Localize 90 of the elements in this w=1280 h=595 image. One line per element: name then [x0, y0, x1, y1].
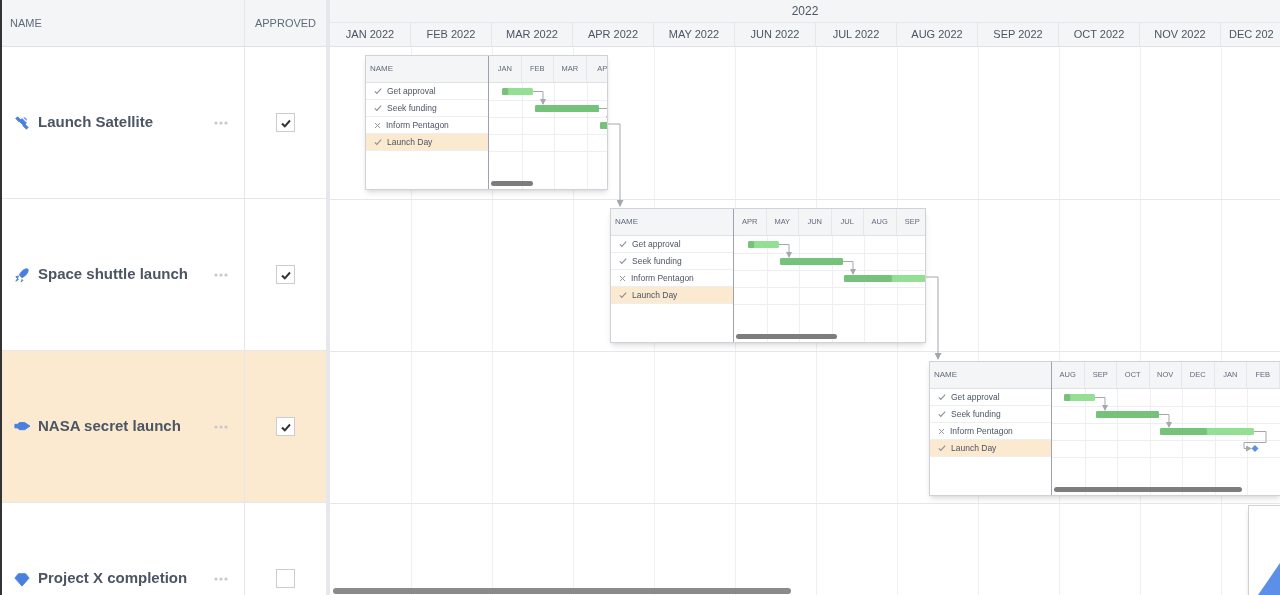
task-bar[interactable]	[780, 258, 843, 265]
column-header[interactable]: NAME	[10, 14, 42, 32]
check-icon	[374, 87, 382, 95]
task-name: NASA secret launch	[38, 416, 182, 437]
year-label: 2022	[791, 3, 819, 20]
task-bar[interactable]	[502, 88, 533, 95]
check-icon	[374, 138, 382, 146]
task-bar[interactable]	[535, 105, 599, 112]
task-name: Launch Satellite	[38, 112, 155, 133]
month-label: APR 2022	[587, 27, 639, 43]
task-label: Seek funding	[951, 407, 1001, 421]
task-row[interactable]: Seek funding	[366, 100, 488, 117]
scrollbar-thumb[interactable]	[491, 181, 533, 186]
scrollbar-thumb[interactable]	[736, 334, 837, 339]
month-label: MAR 2022	[506, 27, 558, 43]
checkbox[interactable]	[276, 417, 295, 436]
task-name: Project X completion	[38, 568, 189, 589]
scrollbar-thumb[interactable]	[333, 588, 791, 594]
task-row[interactable]: Inform Pentagon	[366, 117, 488, 134]
task-row[interactable]: Get approval	[611, 236, 733, 253]
task-label: Get approval	[632, 237, 681, 251]
satellite-icon	[14, 114, 30, 131]
check-icon	[619, 291, 627, 299]
connector-arrow	[842, 261, 856, 275]
task-bar[interactable]	[600, 122, 607, 129]
column-header[interactable]: APPROVED	[254, 14, 317, 32]
task-label: Inform Pentagon	[950, 424, 1013, 438]
task-label: Seek funding	[632, 254, 682, 268]
check-icon	[374, 104, 382, 112]
task-label: Launch Day	[387, 135, 433, 149]
more-icon[interactable]	[214, 576, 228, 581]
rocket-icon	[14, 266, 30, 283]
milestone-icon[interactable]	[1251, 445, 1259, 452]
diamond-icon	[14, 570, 30, 587]
column-header[interactable]: NAME	[370, 63, 394, 75]
check-icon	[619, 240, 627, 248]
task-bar[interactable]	[1160, 428, 1254, 435]
connector-arrow	[1158, 414, 1172, 428]
close-icon	[374, 121, 381, 129]
more-icon[interactable]	[214, 120, 228, 125]
connector-arrow	[1094, 397, 1108, 411]
task-label: Launch Day	[632, 288, 678, 302]
check-icon	[938, 393, 946, 401]
task-label: Launch Day	[951, 441, 997, 455]
scrollbar-thumb[interactable]	[1054, 487, 1242, 492]
task-row[interactable]: Inform Pentagon	[611, 270, 733, 287]
month-label: SEP 2022	[993, 27, 1043, 43]
task-label: Get approval	[387, 84, 436, 98]
column-header[interactable]: NAME	[934, 369, 958, 381]
connector-arrow	[778, 244, 792, 258]
checkbox[interactable]	[276, 113, 295, 132]
more-icon[interactable]	[214, 272, 228, 277]
task-row[interactable]: Launch Day	[611, 287, 733, 304]
task-bar[interactable]	[1096, 411, 1159, 418]
more-icon[interactable]	[214, 424, 228, 429]
column-header[interactable]: NAME	[615, 216, 639, 228]
task-row[interactable]: Inform Pentagon	[930, 423, 1051, 440]
checkbox[interactable]	[276, 265, 295, 284]
task-row[interactable]: Seek funding	[611, 253, 733, 270]
task-bar[interactable]	[748, 241, 779, 248]
task-name: Space shuttle launch	[38, 264, 190, 285]
month-label: NOV 2022	[1154, 27, 1206, 43]
month-label: JAN 2022	[345, 27, 395, 43]
task-label: Inform Pentagon	[631, 271, 694, 285]
task-row[interactable]: Get approval	[366, 83, 488, 100]
checkbox[interactable]	[276, 569, 295, 588]
month-label: AUG 2022	[911, 27, 963, 43]
month-label: FEB 2022	[426, 27, 476, 43]
task-row[interactable]: Seek funding	[930, 406, 1051, 423]
month-label: JUN 2022	[750, 27, 800, 43]
check-icon	[619, 257, 627, 265]
task-row[interactable]: Launch Day	[366, 134, 488, 151]
month-label: MAY 2022	[668, 27, 720, 43]
month-label: DEC 202	[1229, 27, 1274, 43]
task-label: Inform Pentagon	[386, 118, 449, 132]
check-icon	[938, 410, 946, 418]
check-icon	[938, 444, 946, 452]
task-label: Seek funding	[387, 101, 437, 115]
task-row[interactable]: Launch Day	[930, 440, 1051, 457]
resize-handle-icon[interactable]	[1258, 563, 1280, 595]
month-label: JUL 2022	[832, 27, 880, 43]
connector-arrow	[532, 91, 546, 105]
close-icon	[619, 274, 626, 282]
month-label: OCT 2022	[1073, 27, 1125, 43]
task-bar[interactable]	[1064, 394, 1095, 401]
task-label: Get approval	[951, 390, 1000, 404]
task-row[interactable]: Get approval	[930, 389, 1051, 406]
close-icon	[938, 427, 945, 435]
connector-arrow	[1243, 431, 1267, 452]
task-bar[interactable]	[844, 275, 925, 282]
